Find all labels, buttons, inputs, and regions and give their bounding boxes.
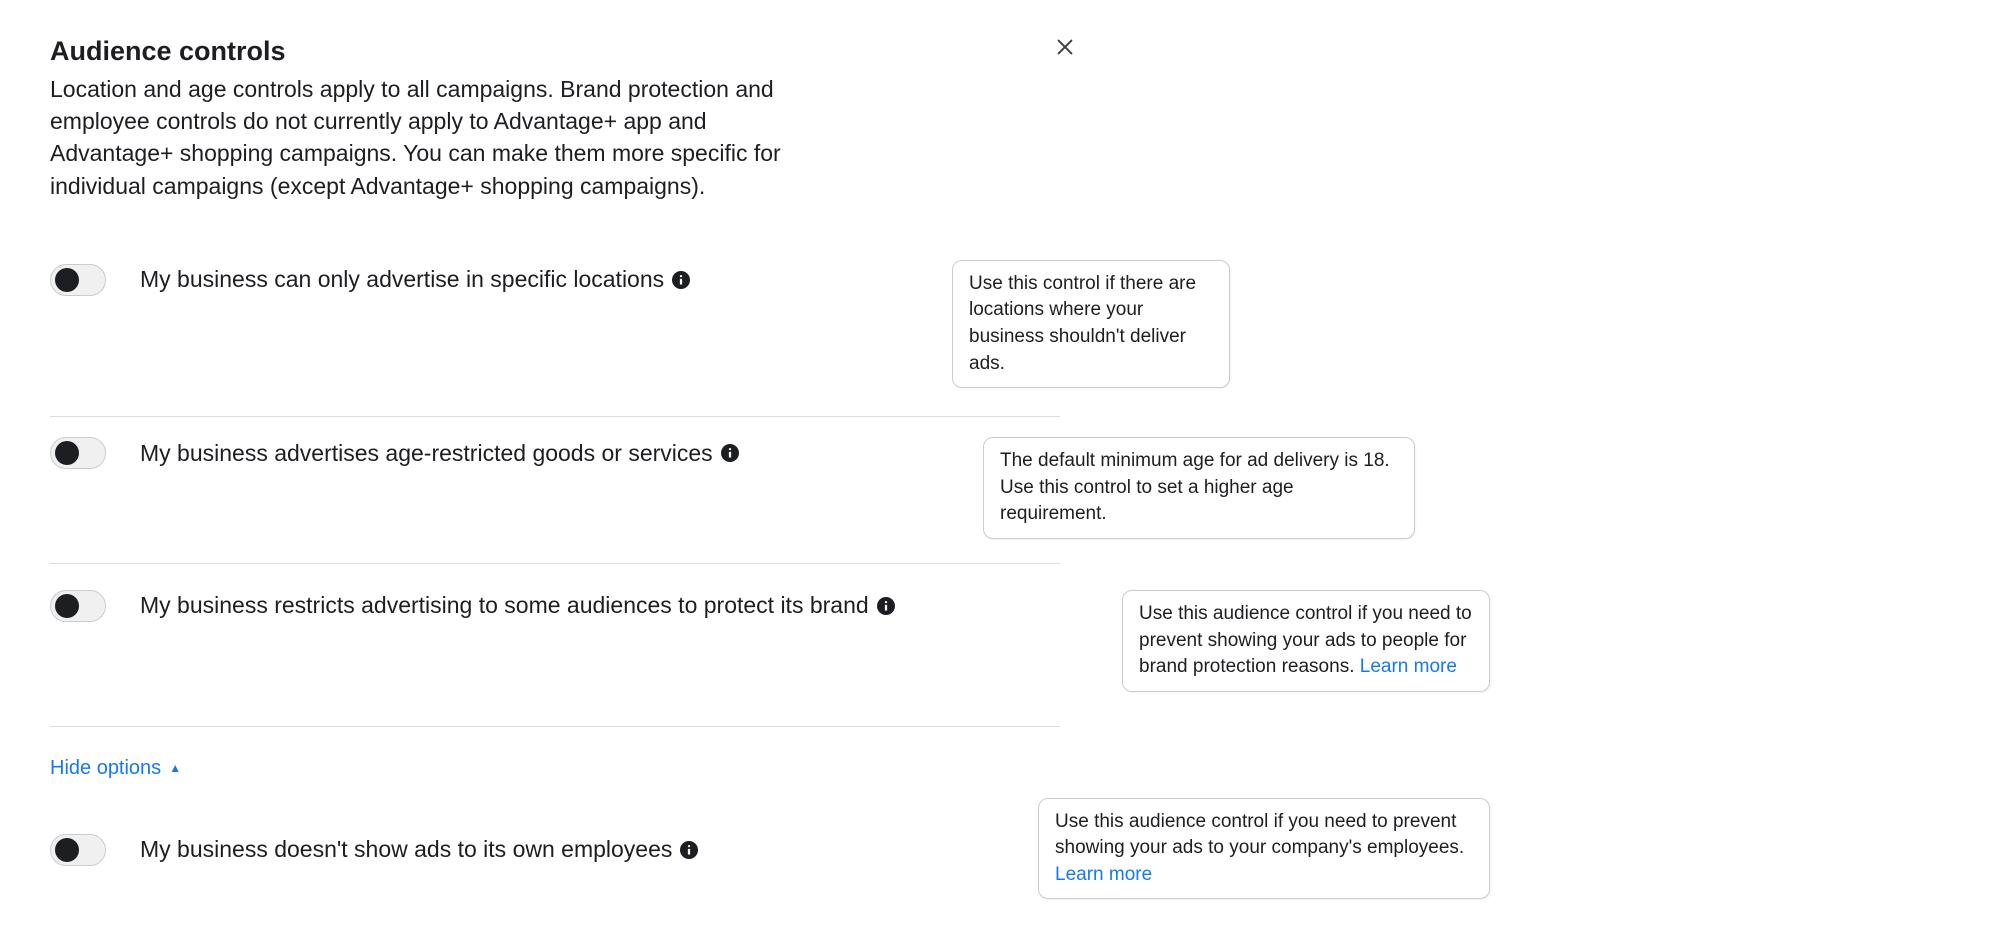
toggle-knob [55, 441, 79, 465]
control-label-text: My business restricts advertising to som… [140, 592, 869, 619]
controls-list: My business can only advertise in specif… [50, 242, 1580, 920]
control-label: My business advertises age-restricted go… [140, 440, 739, 467]
callout-text: Use this audience control if you need to… [1055, 811, 1464, 859]
control-label-text: My business can only advertise in specif… [140, 266, 664, 293]
panel-description: Location and age controls apply to all c… [50, 73, 830, 202]
toggle-brand[interactable] [50, 590, 106, 622]
info-icon[interactable] [721, 444, 739, 462]
control-label: My business restricts advertising to som… [140, 592, 895, 619]
control-label-text: My business doesn't show ads to its own … [140, 836, 672, 863]
toggle-employees[interactable] [50, 834, 106, 866]
hide-options-label: Hide options [50, 757, 161, 780]
toggle-age[interactable] [50, 437, 106, 469]
callout-text: The default minimum age for ad delivery … [1000, 450, 1390, 524]
control-label: My business can only advertise in specif… [140, 266, 690, 293]
toggle-knob [55, 594, 79, 618]
callout-employees: Use this audience control if you need to… [1038, 798, 1490, 900]
learn-more-link[interactable]: Learn more [1360, 656, 1457, 677]
control-row-age: My business advertises age-restricted go… [50, 417, 1580, 563]
toggle-knob [55, 268, 79, 292]
learn-more-link[interactable]: Learn more [1055, 864, 1152, 885]
panel-title: Audience controls [50, 36, 1580, 67]
close-icon [1054, 36, 1076, 63]
control-row-locations: My business can only advertise in specif… [50, 242, 1580, 416]
info-icon[interactable] [672, 271, 690, 289]
toggle-knob [55, 838, 79, 862]
control-row-brand: My business restricts advertising to som… [50, 564, 1580, 726]
close-button[interactable] [1050, 34, 1080, 64]
callout-locations: Use this control if there are locations … [952, 260, 1230, 388]
info-icon[interactable] [877, 597, 895, 615]
info-icon[interactable] [680, 841, 698, 859]
control-row-employees: My business doesn't show ads to its own … [50, 798, 1580, 920]
control-label-text: My business advertises age-restricted go… [140, 440, 713, 467]
caret-up-icon: ▲ [169, 761, 181, 775]
callout-text: Use this control if there are locations … [969, 273, 1196, 374]
hide-options-toggle[interactable]: Hide options ▲ [50, 757, 181, 780]
control-label: My business doesn't show ads to its own … [140, 836, 698, 863]
audience-controls-panel: Audience controls Location and age contr… [20, 20, 1580, 919]
callout-brand: Use this audience control if you need to… [1122, 590, 1490, 692]
callout-age: The default minimum age for ad delivery … [983, 437, 1415, 539]
toggle-locations[interactable] [50, 264, 106, 296]
